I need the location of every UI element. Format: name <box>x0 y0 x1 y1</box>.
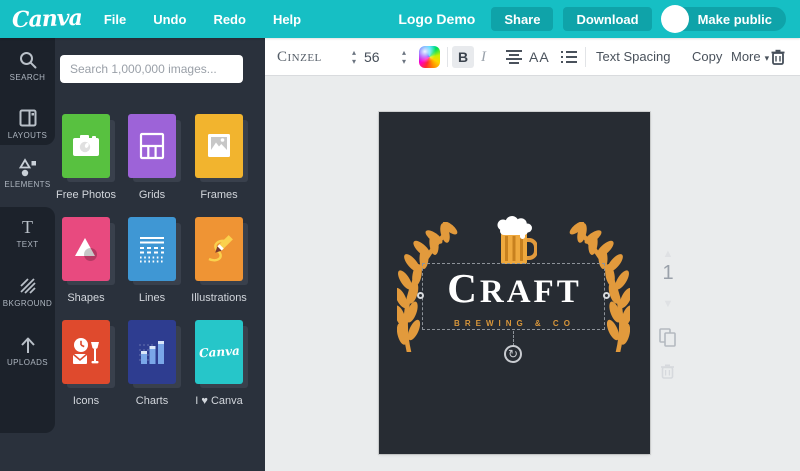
move-page-down-icon[interactable]: ▼ <box>654 298 682 310</box>
topbar-right: Logo Demo Share Download Make public <box>398 5 786 33</box>
tile-frames[interactable]: Frames <box>195 114 248 201</box>
shapes-icon <box>75 238 97 261</box>
sidebar-item-text[interactable]: T TEXT <box>0 217 55 249</box>
page-number: 1 <box>662 262 674 284</box>
text-spacing-button[interactable]: Text Spacing <box>596 38 670 76</box>
sidebar-label: SEARCH <box>9 73 46 82</box>
toolbar-divider <box>447 47 448 67</box>
tile-shapes[interactable]: Shapes <box>62 217 115 304</box>
tile-free-photos[interactable]: Free Photos <box>56 114 116 201</box>
make-public-button[interactable]: Make public <box>660 5 786 33</box>
elements-icon <box>18 158 36 177</box>
tile-label: Free Photos <box>56 189 116 201</box>
stepper-up-icon: ▴ <box>401 48 406 57</box>
tile-label: Illustrations <box>191 292 247 304</box>
sidebar-item-uploads[interactable]: UPLOADS <box>0 335 55 367</box>
stepper-down-icon: ▾ <box>351 57 356 66</box>
tile-label: Frames <box>200 189 238 201</box>
tile-label: Grids <box>138 189 166 201</box>
sidebar-label: UPLOADS <box>6 358 49 367</box>
sidebar-rail: SEARCH LAYOUTS ELEMENTS T TEXT BKGROUND … <box>0 38 55 471</box>
beer-mug-icon[interactable] <box>493 216 537 266</box>
stepper-up-icon: ▴ <box>351 48 356 57</box>
sidebar-item-search[interactable]: SEARCH <box>0 50 55 82</box>
sidebar-label: TEXT <box>16 240 39 249</box>
tile-i-love-canva[interactable]: Canva I ♥ Canva <box>195 320 248 407</box>
pictogram-icon <box>72 338 99 364</box>
font-size-value[interactable]: 56 <box>364 38 380 76</box>
tile-label: I ♥ Canva <box>195 395 243 407</box>
sidebar-item-layouts[interactable]: LAYOUTS <box>0 108 55 140</box>
tile-label: Charts <box>135 395 169 407</box>
sidebar-label: ELEMENTS <box>4 180 51 189</box>
frame-icon <box>208 134 230 157</box>
more-button[interactable]: More ▾ <box>731 38 769 77</box>
font-size-stepper[interactable]: ▴ ▾ <box>399 48 409 66</box>
camera-icon <box>73 135 99 156</box>
menu-undo[interactable]: Undo <box>153 12 186 27</box>
workspace: CRAFT BREWING & CO ↻ ▲ 1 ▼ <box>265 76 800 471</box>
download-button[interactable]: Download <box>563 7 652 31</box>
font-family-select[interactable]: Cinzel <box>277 38 322 76</box>
tile-lines[interactable]: Lines <box>128 217 181 304</box>
grid-icon <box>139 132 165 160</box>
rotate-handle[interactable]: ↻ <box>504 345 522 363</box>
logo-subtitle-text[interactable]: BREWING & CO <box>379 319 650 328</box>
menu-redo[interactable]: Redo <box>213 12 246 27</box>
text-color-swatch[interactable] <box>419 46 440 68</box>
tile-label: Lines <box>138 292 166 304</box>
design-canvas[interactable]: CRAFT BREWING & CO ↻ <box>379 112 650 454</box>
make-public-label: Make public <box>697 11 772 27</box>
elements-panel: Free Photos Grids Frames Shapes Lines <box>55 38 265 471</box>
font-family-stepper[interactable]: ▴ ▾ <box>349 48 359 66</box>
background-icon <box>19 278 36 294</box>
sidebar-item-elements[interactable]: ELEMENTS <box>0 157 55 189</box>
sidebar-label: BKGROUND <box>2 299 53 308</box>
stepper-down-icon: ▾ <box>401 57 406 66</box>
tile-illustrations[interactable]: Illustrations <box>191 217 248 304</box>
top-menu: File Undo Redo Help <box>104 12 301 27</box>
tile-label: Icons <box>72 395 100 407</box>
menu-help[interactable]: Help <box>273 12 301 27</box>
toolbar-divider <box>585 47 586 67</box>
uppercase-button[interactable]: AA <box>529 38 550 76</box>
rotate-connector <box>513 331 514 346</box>
tile-grids[interactable]: Grids <box>128 114 181 201</box>
search-icon <box>19 52 36 69</box>
menu-file[interactable]: File <box>104 12 126 27</box>
canva-script-icon: Canva <box>198 343 240 361</box>
lines-icon <box>140 237 164 263</box>
uploads-icon <box>20 337 35 353</box>
delete-page-icon[interactable] <box>661 364 674 379</box>
italic-button[interactable]: I <box>481 38 486 76</box>
copy-button[interactable]: Copy <box>692 38 722 76</box>
layouts-icon <box>19 109 36 127</box>
text-toolbar: Cinzel ▴ ▾ 56 ▴ ▾ B I AA Text Spacing Copy… <box>265 38 800 76</box>
pencil-icon <box>208 235 233 262</box>
tile-charts[interactable]: Charts <box>128 320 181 407</box>
avatar <box>660 5 689 33</box>
share-button[interactable]: Share <box>491 7 554 31</box>
sidebar-item-background[interactable]: BKGROUND <box>0 276 55 308</box>
tile-icons[interactable]: Icons <box>62 320 115 407</box>
logo-title-text[interactable]: CRAFT <box>379 269 650 311</box>
canva-logo[interactable]: Canva <box>12 5 83 33</box>
document-title[interactable]: Logo Demo <box>398 11 475 27</box>
topbar: Canva File Undo Redo Help Logo Demo Shar… <box>0 0 800 38</box>
tile-label: Shapes <box>67 292 105 304</box>
sidebar-label: LAYOUTS <box>7 131 48 140</box>
bar-chart-icon <box>139 341 164 364</box>
move-page-up-icon[interactable]: ▲ <box>654 248 682 260</box>
search-input[interactable] <box>60 55 243 83</box>
bold-button[interactable]: B <box>452 46 474 68</box>
text-align-icon[interactable] <box>506 50 522 64</box>
delete-icon[interactable] <box>771 49 785 65</box>
list-icon[interactable] <box>561 51 577 63</box>
text-icon: T <box>22 217 33 237</box>
duplicate-page-icon[interactable] <box>659 328 676 347</box>
caret-down-icon: ▾ <box>764 53 770 63</box>
